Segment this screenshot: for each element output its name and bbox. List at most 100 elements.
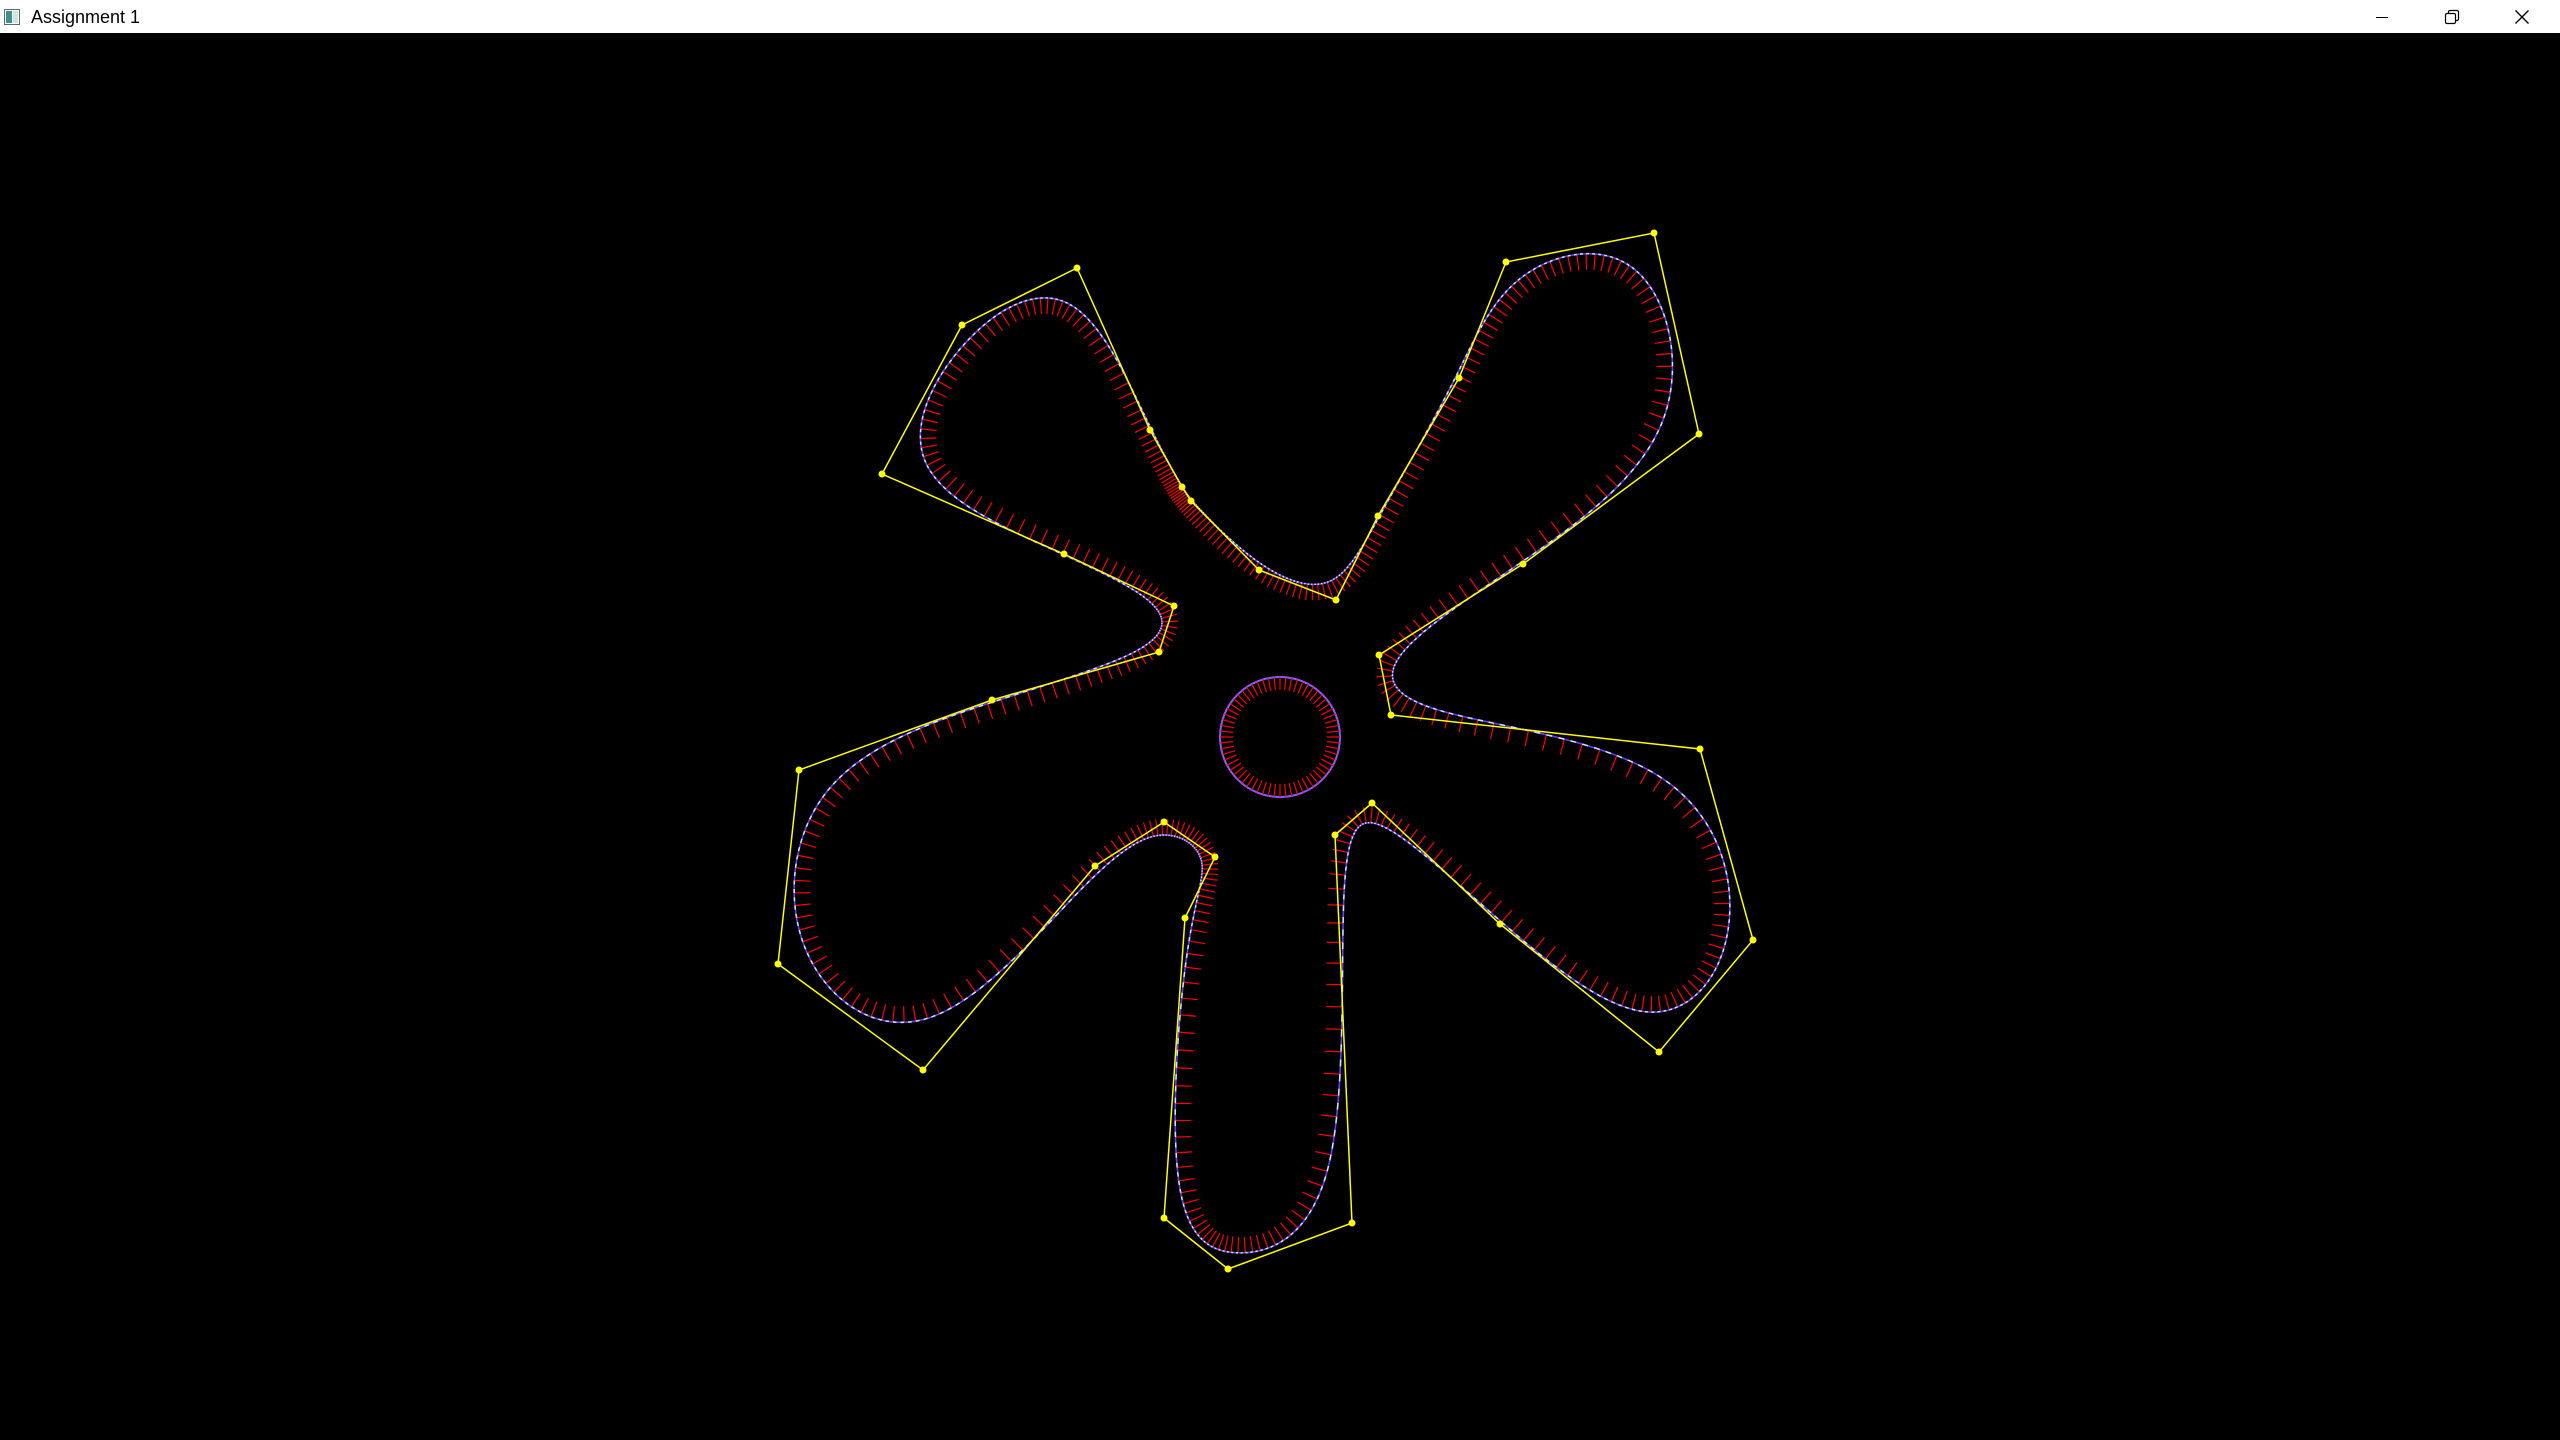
curve-segment [1106,662,1110,665]
curve-segment [1137,840,1141,843]
control-point[interactable] [774,960,782,968]
maximize-button[interactable] [2417,0,2487,33]
curve-segment [1346,566,1349,569]
curve-segment [1267,567,1271,571]
curve-segment [1260,1249,1264,1252]
normal-tick [1474,338,1490,347]
curve-segment [1351,559,1354,563]
control-point[interactable] [988,696,996,704]
control-point[interactable] [1348,1219,1356,1227]
normal-tick [1175,1085,1192,1087]
curve-segment [1187,940,1190,946]
close-button[interactable] [2487,0,2557,33]
control-point[interactable] [1073,264,1081,272]
curve-segment [1433,620,1438,625]
curve-segment [1699,814,1704,820]
normal-tick [1268,1230,1277,1246]
curve-segment [1136,841,1139,844]
curve-segment [1103,663,1107,667]
control-point[interactable] [1696,745,1704,753]
normal-tick [870,1001,878,1018]
curve-segment [1182,982,1185,988]
normal-tick [1701,960,1717,969]
title-bar[interactable]: Assignment 1 [0,0,2560,33]
control-point[interactable] [1091,862,1099,870]
curve-segment [1185,1212,1188,1217]
curve-segment [795,859,798,864]
curve-segment [1706,978,1711,983]
control-point[interactable] [1170,602,1178,610]
control-point[interactable] [1455,374,1463,382]
curve-segment [805,822,809,828]
normal-tick [1370,806,1373,823]
normal-tick [1645,305,1661,313]
curve-canvas[interactable] [0,33,2560,1440]
control-point[interactable] [1502,258,1510,266]
control-point[interactable] [795,766,803,774]
control-point[interactable] [1060,550,1068,558]
control-points[interactable] [774,229,1757,1273]
normal-tick [1638,433,1653,443]
normal-tick [1200,882,1217,887]
curve-segment [1658,302,1662,307]
control-point[interactable] [1178,483,1186,491]
control-point[interactable] [1375,651,1383,659]
control-point[interactable] [878,470,886,478]
normal-tick [969,337,983,350]
curve-segment [1096,870,1101,874]
control-point[interactable] [1387,711,1395,719]
curve-segment [1606,492,1612,498]
curve-segment [926,399,929,404]
control-point[interactable] [1519,560,1527,568]
control-point[interactable] [1695,430,1703,438]
normal-tick [1643,422,1659,431]
control-point[interactable] [1368,799,1376,807]
curve-segment [1146,642,1150,645]
render-viewport[interactable] [0,33,2560,1440]
curve-segment [995,971,1001,977]
control-point[interactable] [1332,596,1340,604]
circle-normal-tick [1284,783,1287,797]
curve-segment [1331,1142,1334,1149]
control-point[interactable] [1749,936,1757,944]
control-point[interactable] [1374,512,1382,520]
control-point[interactable] [1331,831,1339,839]
circle-normal-tick [1273,677,1276,691]
curve-segment [1595,502,1601,508]
control-point[interactable] [1255,566,1263,574]
normal-tick [1174,820,1180,837]
control-point[interactable] [1655,1048,1663,1056]
curve-segment [1477,719,1484,722]
control-point[interactable] [1211,853,1219,861]
normal-tick [794,879,811,882]
control-point[interactable] [1155,648,1163,656]
control-point[interactable] [1650,229,1658,237]
control-point[interactable] [1160,1214,1168,1222]
minimize-button[interactable] [2347,0,2417,33]
curve-segment [1251,556,1254,560]
control-point[interactable] [1224,1265,1232,1273]
curve-segment [973,509,978,513]
control-point[interactable] [919,1066,927,1074]
control-point[interactable] [1160,818,1168,826]
normal-tick [1285,1216,1299,1229]
control-point[interactable] [1146,426,1154,434]
curve-segment [1669,340,1672,346]
circle-normal-tick [1220,741,1234,744]
curve-segment [1095,328,1099,332]
control-point[interactable] [958,321,966,329]
curve-segment [1409,843,1414,847]
normal-tick [1230,1236,1234,1253]
control-point[interactable] [1496,920,1504,928]
curve-segment [870,1016,875,1019]
control-point[interactable] [1181,914,1189,922]
curve-segment [1661,777,1667,782]
normal-tick [1161,620,1178,623]
normal-tick [1088,336,1103,347]
b-spline-curve [793,252,1731,1254]
curve-segment [1346,852,1350,856]
curve-segment [922,412,925,417]
curve-segment [1662,413,1666,419]
control-point[interactable] [1187,497,1195,505]
curve-segment [1418,633,1422,637]
